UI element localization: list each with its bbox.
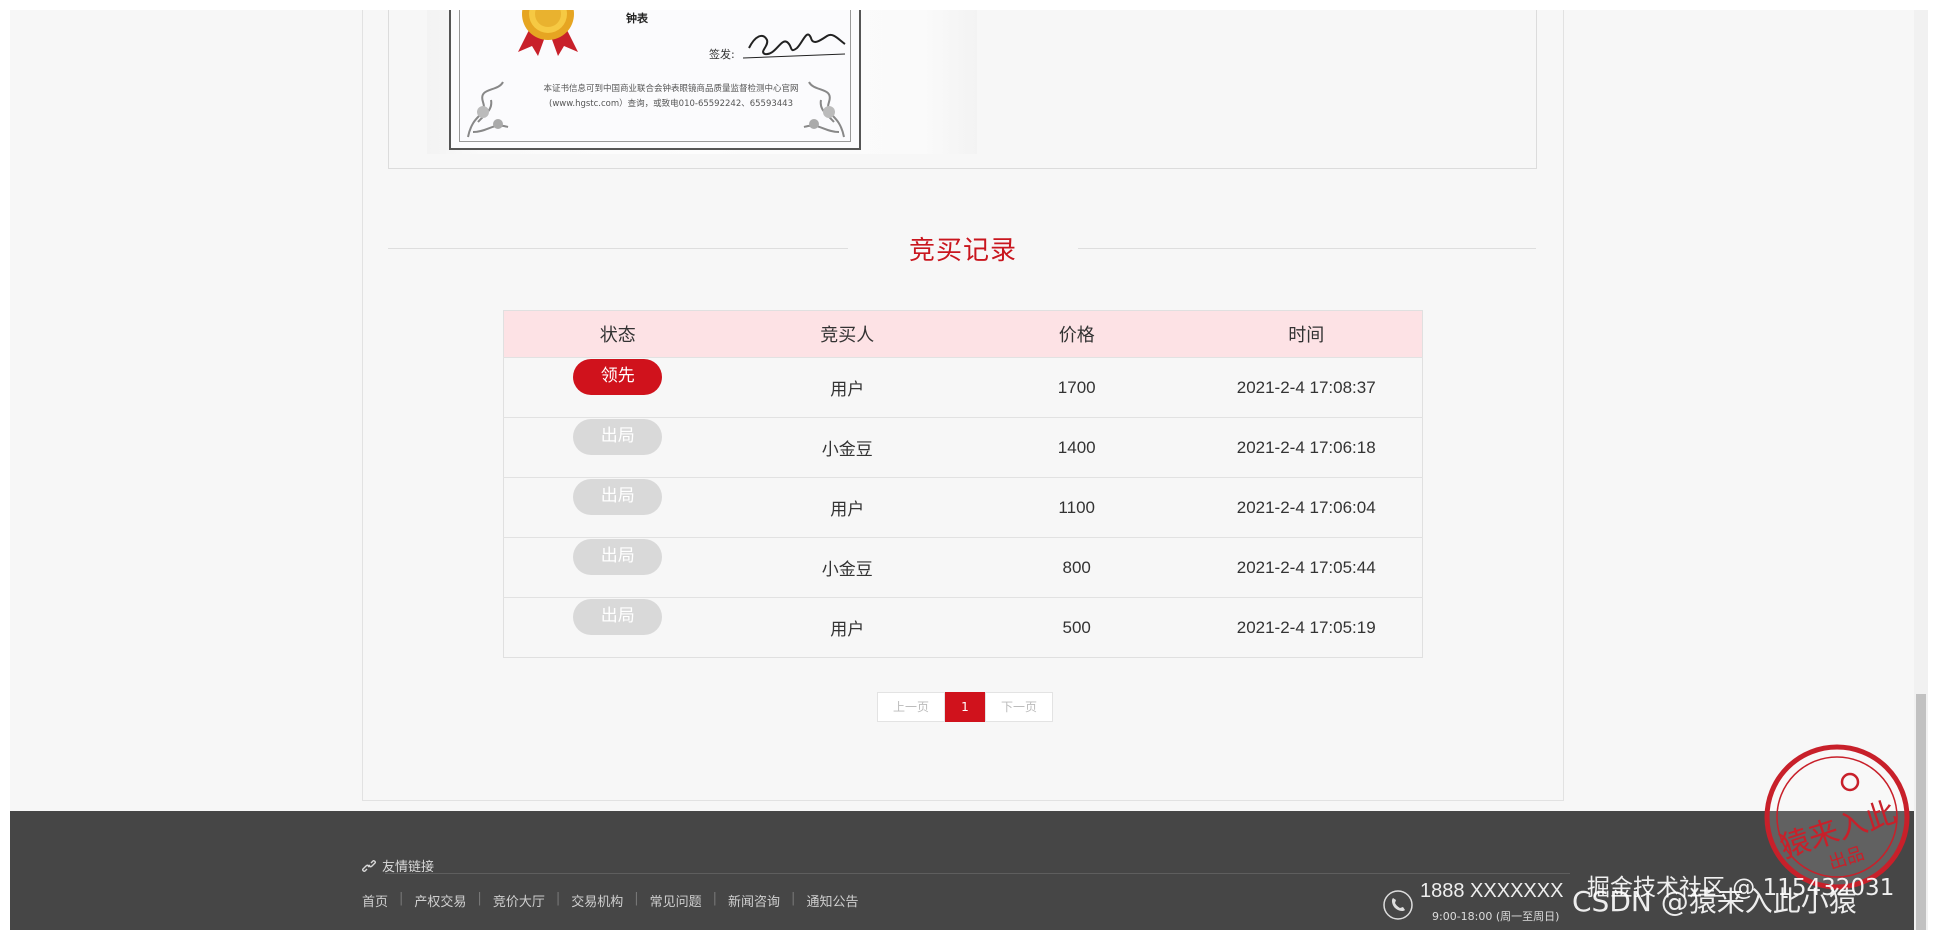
certificate-image: 钟表 签发: 本证书信息可到中国商业联合会钟表眼镜商品质量监督检测中心官网 (w… — [427, 10, 977, 154]
status-badge: 出局 — [573, 599, 663, 635]
medal-icon — [518, 10, 578, 56]
service-hours: 9:00-18:00 (周一至周日) — [1432, 910, 1560, 923]
link-icon — [362, 859, 376, 872]
page-number-button[interactable]: 1 — [945, 692, 985, 722]
status-badge: 出局 — [573, 479, 663, 515]
bid-record-table: 状态 竞买人 价格 时间 领先 用户 1700 2021-2-4 17:08:3… — [503, 310, 1423, 658]
section-title: 竞买记录 — [890, 230, 1035, 267]
status-cell: 出局 — [503, 597, 732, 658]
table-row: 出局 用户 1100 2021-2-4 17:06:04 — [503, 477, 1423, 538]
watermark-csdn: CSDN @猿来入此小猿 — [1572, 885, 1857, 918]
status-badge: 出局 — [573, 419, 663, 455]
page-frame: 钟表 签发: 本证书信息可到中国商业联合会钟表眼镜商品质量监督检测中心官网 (w… — [10, 10, 1914, 930]
certificate-note: 本证书信息可到中国商业联合会钟表眼镜商品质量监督检测中心官网 (www.hgst… — [511, 82, 831, 112]
column-header-price: 价格 — [962, 310, 1191, 358]
signature-image — [742, 33, 846, 59]
status-cell: 出局 — [503, 537, 732, 598]
certificate-paper: 钟表 签发: 本证书信息可到中国商业联合会钟表眼镜商品质量监督检测中心官网 (w… — [449, 10, 861, 150]
bidder-cell: 小金豆 — [731, 417, 963, 478]
footer-link-faq[interactable]: 常见问题 — [650, 891, 713, 910]
price-cell: 1100 — [962, 477, 1191, 538]
footer-link-news[interactable]: 新闻咨询 — [728, 891, 791, 910]
pagination: 上一页 1 下一页 — [877, 692, 1053, 722]
time-cell: 2021-2-4 17:05:44 — [1190, 537, 1423, 598]
price-cell: 800 — [962, 537, 1191, 598]
corner-ornament-icon — [803, 81, 845, 138]
vertical-scrollbar[interactable] — [1914, 10, 1928, 930]
time-cell: 2021-2-4 17:06:04 — [1190, 477, 1423, 538]
certificate-note-line: (www.hgstc.com）查询，或致电010-65592242、655934… — [549, 99, 793, 109]
footer-nav: 首页 | 产权交易 | 竞价大厅 | 交易机构 | 常见问题 | 新闻咨询 | 通知公告 — [362, 891, 869, 910]
bidder-cell: 用户 — [731, 357, 963, 418]
certificate-box: 钟表 签发: 本证书信息可到中国商业联合会钟表眼镜商品质量监督检测中心官网 (w… — [388, 10, 1537, 169]
column-header-bidder: 竞买人 — [731, 310, 963, 358]
bidder-cell: 用户 — [731, 597, 963, 658]
bidder-cell: 小金豆 — [731, 537, 963, 598]
footer-link-auction-hall[interactable]: 竞价大厅 — [493, 891, 556, 910]
footer-link-notices[interactable]: 通知公告 — [806, 891, 869, 910]
footer-link-home[interactable]: 首页 — [362, 891, 399, 910]
certificate-note-line: 本证书信息可到中国商业联合会钟表眼镜商品质量监督检测中心官网 — [543, 84, 799, 94]
column-header-time: 时间 — [1190, 310, 1423, 358]
time-cell: 2021-2-4 17:05:19 — [1190, 597, 1423, 658]
table-row: 出局 小金豆 800 2021-2-4 17:05:44 — [503, 537, 1423, 598]
table-row: 出局 用户 500 2021-2-4 17:05:19 — [503, 597, 1423, 658]
content-card: 钟表 签发: 本证书信息可到中国商业联合会钟表眼镜商品质量监督检测中心官网 (w… — [362, 10, 1564, 801]
corner-ornament-icon — [467, 81, 509, 138]
phone-number: 1888 XXXXXXX — [1420, 880, 1564, 902]
status-cell: 领先 — [503, 357, 732, 418]
time-cell: 2021-2-4 17:08:37 — [1190, 357, 1423, 418]
price-cell: 500 — [962, 597, 1191, 658]
prev-page-button[interactable]: 上一页 — [877, 692, 945, 722]
price-cell: 1700 — [962, 357, 1191, 418]
footer-divider — [385, 873, 1570, 874]
status-badge: 出局 — [573, 539, 663, 575]
table-row: 出局 小金豆 1400 2021-2-4 17:06:18 — [503, 417, 1423, 478]
column-header-status: 状态 — [503, 310, 732, 358]
footer-link-property-trade[interactable]: 产权交易 — [414, 891, 477, 910]
certificate-title: 钟表 — [626, 12, 648, 25]
footer-link-institutions[interactable]: 交易机构 — [571, 891, 634, 910]
status-cell: 出局 — [503, 477, 732, 538]
phone-icon — [1383, 890, 1413, 920]
table-header-row: 状态 竞买人 价格 时间 — [503, 310, 1423, 358]
next-page-button[interactable]: 下一页 — [985, 692, 1053, 722]
status-badge: 领先 — [573, 359, 663, 395]
bidder-cell: 用户 — [731, 477, 963, 538]
status-cell: 出局 — [503, 417, 732, 478]
table-row: 领先 用户 1700 2021-2-4 17:08:37 — [503, 357, 1423, 418]
certificate-sign-label: 签发: — [709, 48, 735, 61]
scrollbar-thumb[interactable] — [1916, 694, 1926, 930]
price-cell: 1400 — [962, 417, 1191, 478]
section-header: 竞买记录 — [363, 230, 1563, 267]
time-cell: 2021-2-4 17:06:18 — [1190, 417, 1423, 478]
